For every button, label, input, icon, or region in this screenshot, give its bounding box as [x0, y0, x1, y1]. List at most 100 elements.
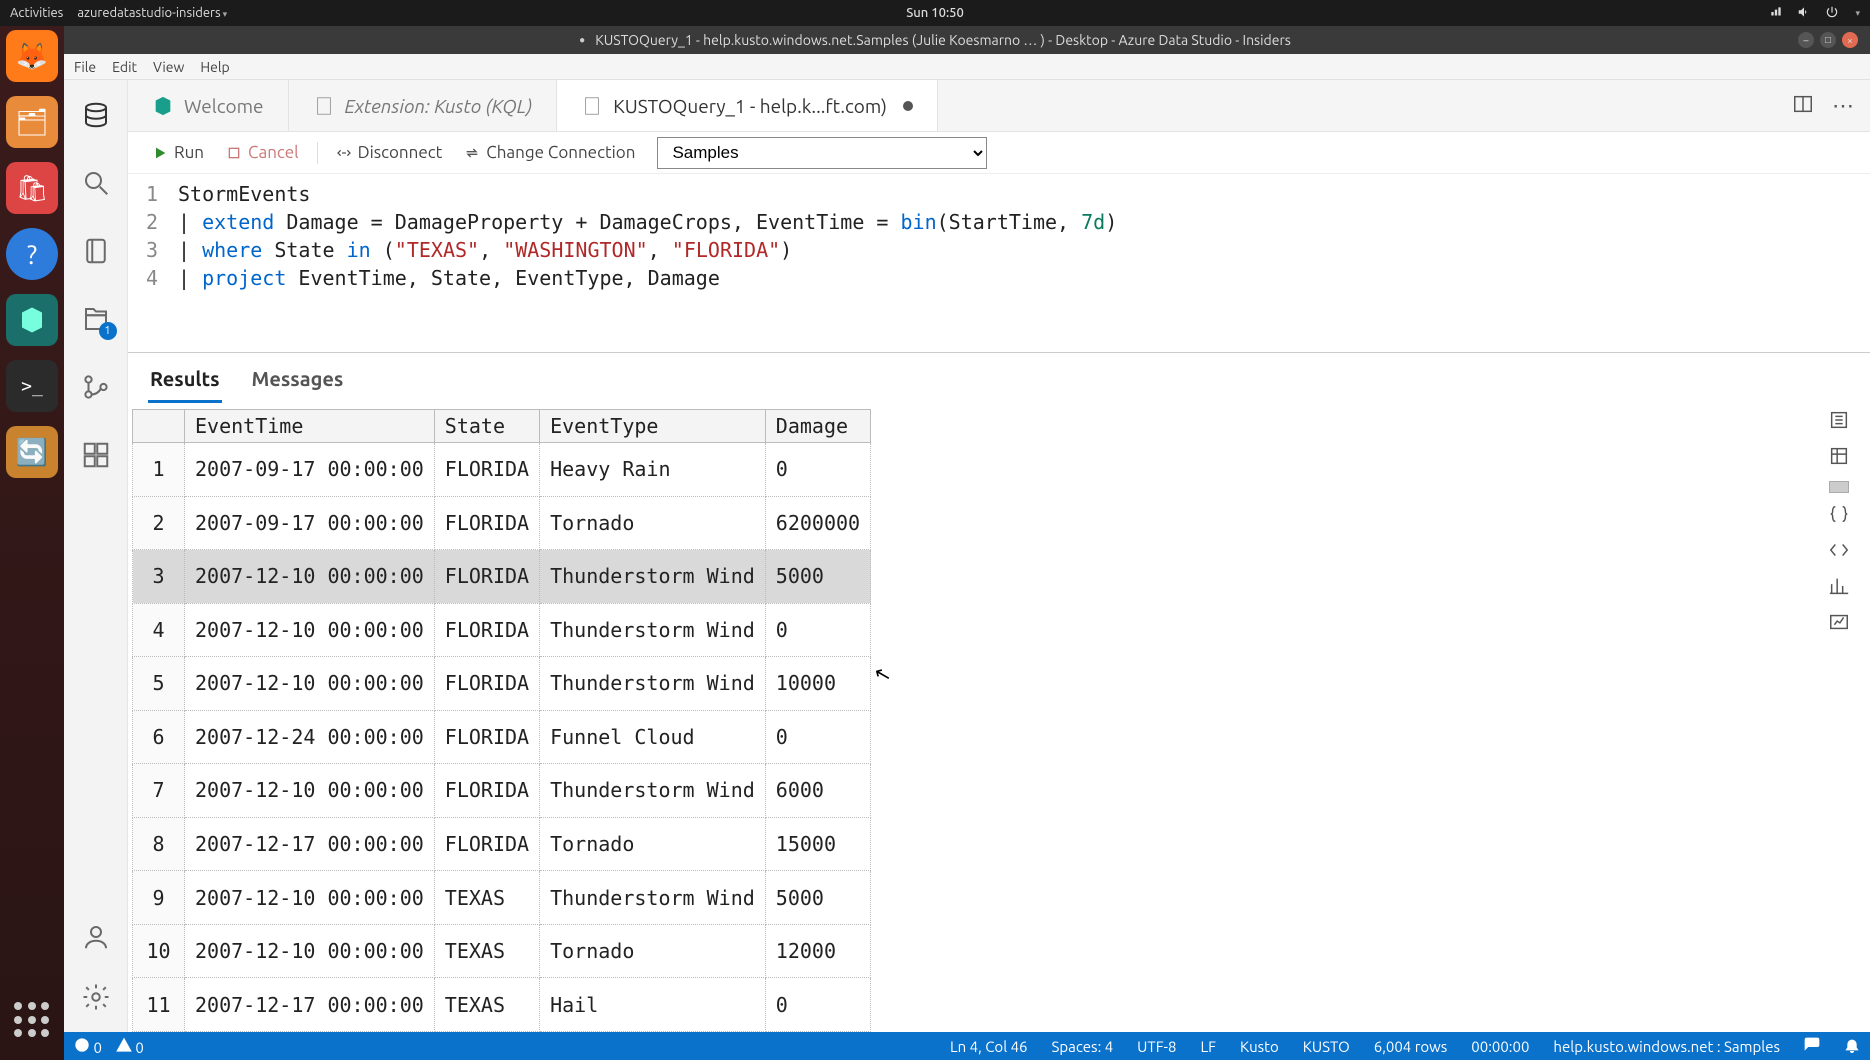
menu-bar: File Edit View Help [64, 54, 1870, 80]
status-elapsed[interactable]: 00:00:00 [1471, 1038, 1529, 1055]
file-icon [313, 95, 335, 117]
table-row[interactable]: 62007-12-24 00:00:00FLORIDAFunnel Cloud0 [133, 710, 871, 764]
activity-explorer[interactable]: 1 [79, 302, 113, 336]
export-excel-icon[interactable] [1828, 445, 1850, 471]
activity-notebooks[interactable] [79, 234, 113, 268]
editor-area: Welcome Extension: Kusto (KQL) KUSTOQuer… [128, 80, 1870, 1032]
topbar-app[interactable]: azuredatastudio-insiders▾ [77, 6, 227, 20]
editor-tabs: Welcome Extension: Kusto (KQL) KUSTOQuer… [128, 80, 1870, 132]
rownum-header[interactable] [133, 410, 185, 443]
table-row[interactable]: 72007-12-10 00:00:00FLORIDAThunderstorm … [133, 764, 871, 818]
explorer-badge: 1 [99, 322, 117, 340]
dock-terminal[interactable]: >_ [6, 360, 58, 412]
status-eol[interactable]: LF [1200, 1038, 1216, 1055]
run-button[interactable]: Run [144, 139, 212, 166]
results-tab-messages[interactable]: Messages [250, 361, 346, 403]
col-state[interactable]: State [434, 410, 539, 443]
status-mode[interactable]: KUSTO [1303, 1038, 1350, 1055]
code-editor[interactable]: 1StormEvents 2| extend Damage = DamagePr… [128, 174, 1870, 352]
dock-show-apps[interactable] [6, 994, 58, 1046]
activity-bar: 1 [64, 80, 128, 1032]
status-warnings[interactable]: 0 [116, 1037, 144, 1056]
activities-button[interactable]: Activities [10, 6, 63, 20]
table-row[interactable]: 42007-12-10 00:00:00FLORIDAThunderstorm … [133, 603, 871, 657]
status-cursor[interactable]: Ln 4, Col 46 [950, 1038, 1027, 1055]
table-row[interactable]: 102007-12-10 00:00:00TEXASTornado12000 [133, 924, 871, 978]
status-connection[interactable]: help.kusto.windows.net : Samples [1553, 1038, 1780, 1055]
status-encoding[interactable]: UTF-8 [1137, 1038, 1176, 1055]
dock-software[interactable]: 🛍 [6, 162, 58, 214]
ubuntu-dock: 🦊 🗂 🛍 ? >_ 🔄 [0, 26, 64, 1060]
window-maximize[interactable]: □ [1820, 32, 1836, 48]
tab-query-label: KUSTOQuery_1 - help.k...ft.com) [613, 95, 887, 117]
visualizer-icon[interactable] [1828, 611, 1850, 637]
export-xml-icon[interactable] [1828, 539, 1850, 565]
change-connection-button[interactable]: Change Connection [456, 139, 643, 166]
activity-search[interactable] [79, 166, 113, 200]
status-rowcount[interactable]: 6,004 rows [1374, 1038, 1448, 1055]
tab-welcome-label: Welcome [184, 95, 264, 117]
results-tabs: Results Messages [128, 353, 1870, 403]
table-row[interactable]: 12007-09-17 00:00:00FLORIDAHeavy Rain0 [133, 443, 871, 497]
menu-file[interactable]: File [74, 59, 96, 75]
dirty-indicator-icon [903, 101, 913, 111]
table-row[interactable]: 22007-09-17 00:00:00FLORIDATornado620000… [133, 496, 871, 550]
tab-query[interactable]: KUSTOQuery_1 - help.k...ft.com) [557, 80, 938, 131]
menu-view[interactable]: View [153, 59, 184, 75]
gnome-top-bar: Activities azuredatastudio-insiders▾ Sun… [0, 0, 1870, 26]
table-row[interactable]: 52007-12-10 00:00:00FLORIDAThunderstorm … [133, 657, 871, 711]
col-eventtime[interactable]: EventTime [185, 410, 435, 443]
results-tab-results[interactable]: Results [148, 361, 222, 403]
table-row[interactable]: 32007-12-10 00:00:00FLORIDAThunderstorm … [133, 550, 871, 604]
table-row[interactable]: 112007-12-17 00:00:00TEXASHail0 [133, 978, 871, 1032]
status-bar: 0 0 Ln 4, Col 46 Spaces: 4 UTF-8 LF Kust… [64, 1032, 1870, 1060]
window-close[interactable]: × [1842, 32, 1858, 48]
activity-connections[interactable] [79, 98, 113, 132]
split-editor-icon[interactable] [1792, 93, 1814, 119]
tab-extension[interactable]: Extension: Kusto (KQL) [289, 80, 558, 131]
network-icon[interactable] [1769, 5, 1783, 22]
activity-account[interactable] [79, 920, 113, 954]
file-icon [581, 95, 603, 117]
status-language[interactable]: Kusto [1240, 1038, 1279, 1055]
table-row[interactable]: 82007-12-17 00:00:00FLORIDATornado15000 [133, 817, 871, 871]
disconnect-button[interactable]: Disconnect [328, 139, 451, 166]
database-select[interactable]: Samples [657, 137, 987, 169]
topbar-clock[interactable]: Sun 10:50 [906, 6, 964, 20]
menu-edit[interactable]: Edit [112, 59, 137, 75]
status-errors[interactable]: 0 [74, 1037, 102, 1056]
ads-logo-icon [152, 95, 174, 117]
grey-chip [1829, 481, 1849, 493]
dock-files[interactable]: 🗂 [6, 96, 58, 148]
tab-extension-label: Extension: Kusto (KQL) [345, 95, 533, 117]
window-title-text: KUSTOQuery_1 - help.kusto.windows.net.Sa… [595, 32, 1291, 48]
activity-settings[interactable] [79, 980, 113, 1014]
volume-icon[interactable] [1797, 5, 1811, 22]
status-spaces[interactable]: Spaces: 4 [1052, 1038, 1114, 1055]
menu-help[interactable]: Help [200, 59, 229, 75]
more-actions-icon[interactable]: ⋯ [1832, 93, 1854, 119]
chart-icon[interactable] [1828, 575, 1850, 601]
cancel-button[interactable]: Cancel [218, 139, 307, 166]
activity-source-control[interactable] [79, 370, 113, 404]
window-title-bar: ●KUSTOQuery_1 - help.kusto.windows.net.S… [0, 26, 1870, 54]
col-eventtype[interactable]: EventType [540, 410, 766, 443]
results-pane: Results Messages EventTime State EventTy… [128, 352, 1870, 1032]
col-damage[interactable]: Damage [765, 410, 870, 443]
export-csv-icon[interactable] [1828, 409, 1850, 435]
query-toolbar: Run Cancel Disconnect Change Connection … [128, 132, 1870, 174]
power-icon[interactable] [1825, 5, 1839, 22]
status-bell-icon[interactable] [1844, 1037, 1860, 1056]
activity-extensions[interactable] [79, 438, 113, 472]
dock-firefox[interactable]: 🦊 [6, 30, 58, 82]
status-feedback-icon[interactable] [1804, 1037, 1820, 1056]
tab-welcome[interactable]: Welcome [128, 80, 289, 131]
export-json-icon[interactable] [1828, 503, 1850, 529]
window-minimize[interactable]: – [1798, 32, 1814, 48]
dock-azure-data-studio[interactable] [6, 294, 58, 346]
results-grid[interactable]: EventTime State EventType Damage 12007-0… [132, 409, 871, 1032]
dock-updater[interactable]: 🔄 [6, 426, 58, 478]
dock-help[interactable]: ? [6, 228, 58, 280]
results-side-toolbar [1818, 403, 1870, 1032]
table-row[interactable]: 92007-12-10 00:00:00TEXASThunderstorm Wi… [133, 871, 871, 925]
